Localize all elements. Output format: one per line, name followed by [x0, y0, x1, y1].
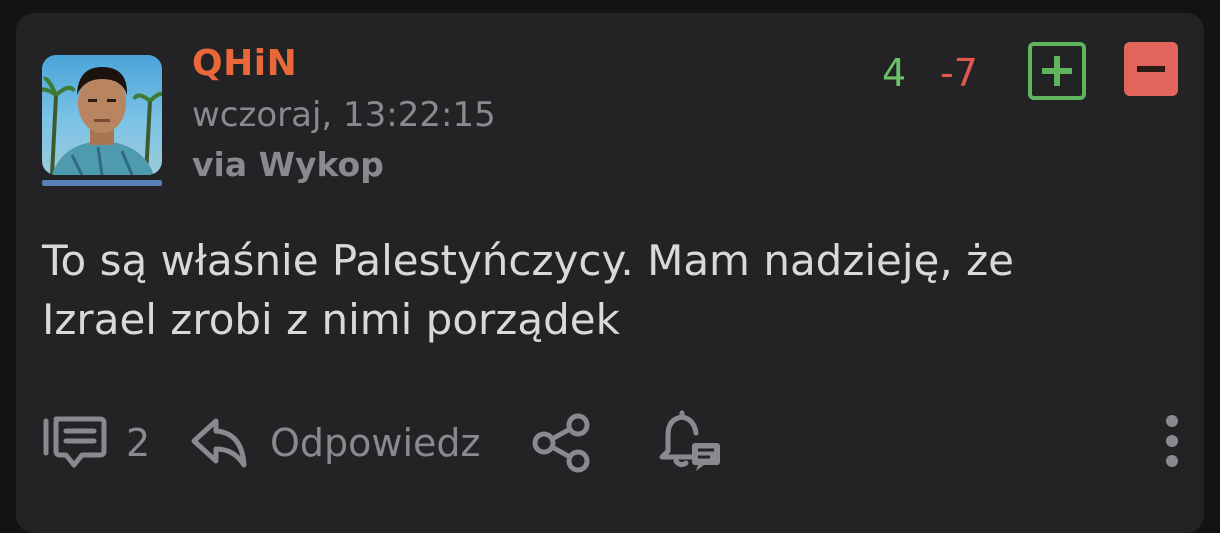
minus-icon [1137, 66, 1165, 72]
avatar-image [42, 67, 162, 175]
more-options-button[interactable] [1160, 413, 1184, 473]
author-name[interactable]: QHiN [192, 43, 297, 84]
more-vertical-icon [1166, 415, 1178, 467]
downvote-count: -7 [940, 51, 978, 95]
comment-icon [43, 416, 107, 468]
post-timestamp[interactable]: wczoraj, 13:22:15 [192, 95, 496, 135]
avatar[interactable] [42, 55, 162, 175]
notification-button[interactable] [658, 409, 724, 479]
plus-icon [1042, 56, 1072, 86]
comments-count[interactable]: 2 [126, 421, 150, 465]
comments-button[interactable] [40, 413, 110, 477]
post-content-line: To są właśnie Palestyńczycy. Mam nadziej… [42, 236, 1014, 285]
avatar-status-bar [42, 180, 162, 186]
downvote-button[interactable] [1124, 42, 1178, 96]
upvote-button[interactable] [1028, 42, 1086, 100]
share-icon [532, 413, 590, 473]
reply-button[interactable] [188, 411, 250, 477]
share-button[interactable] [530, 411, 594, 479]
reply-icon [191, 418, 247, 468]
post-content: To są właśnie Palestyńczycy. Mam nadziej… [42, 231, 1162, 349]
upvote-count: 4 [882, 51, 907, 95]
reply-label[interactable]: Odpowiedz [270, 421, 480, 465]
post-card: QHiN wczoraj, 13:22:15 via Wykop 4 -7 To… [16, 13, 1204, 533]
post-content-line: Izrael zrobi z nimi porządek [42, 295, 620, 344]
post-source: via Wykop [192, 145, 384, 184]
avatar-wrapper[interactable] [42, 55, 162, 187]
notification-bell-icon [659, 410, 720, 471]
